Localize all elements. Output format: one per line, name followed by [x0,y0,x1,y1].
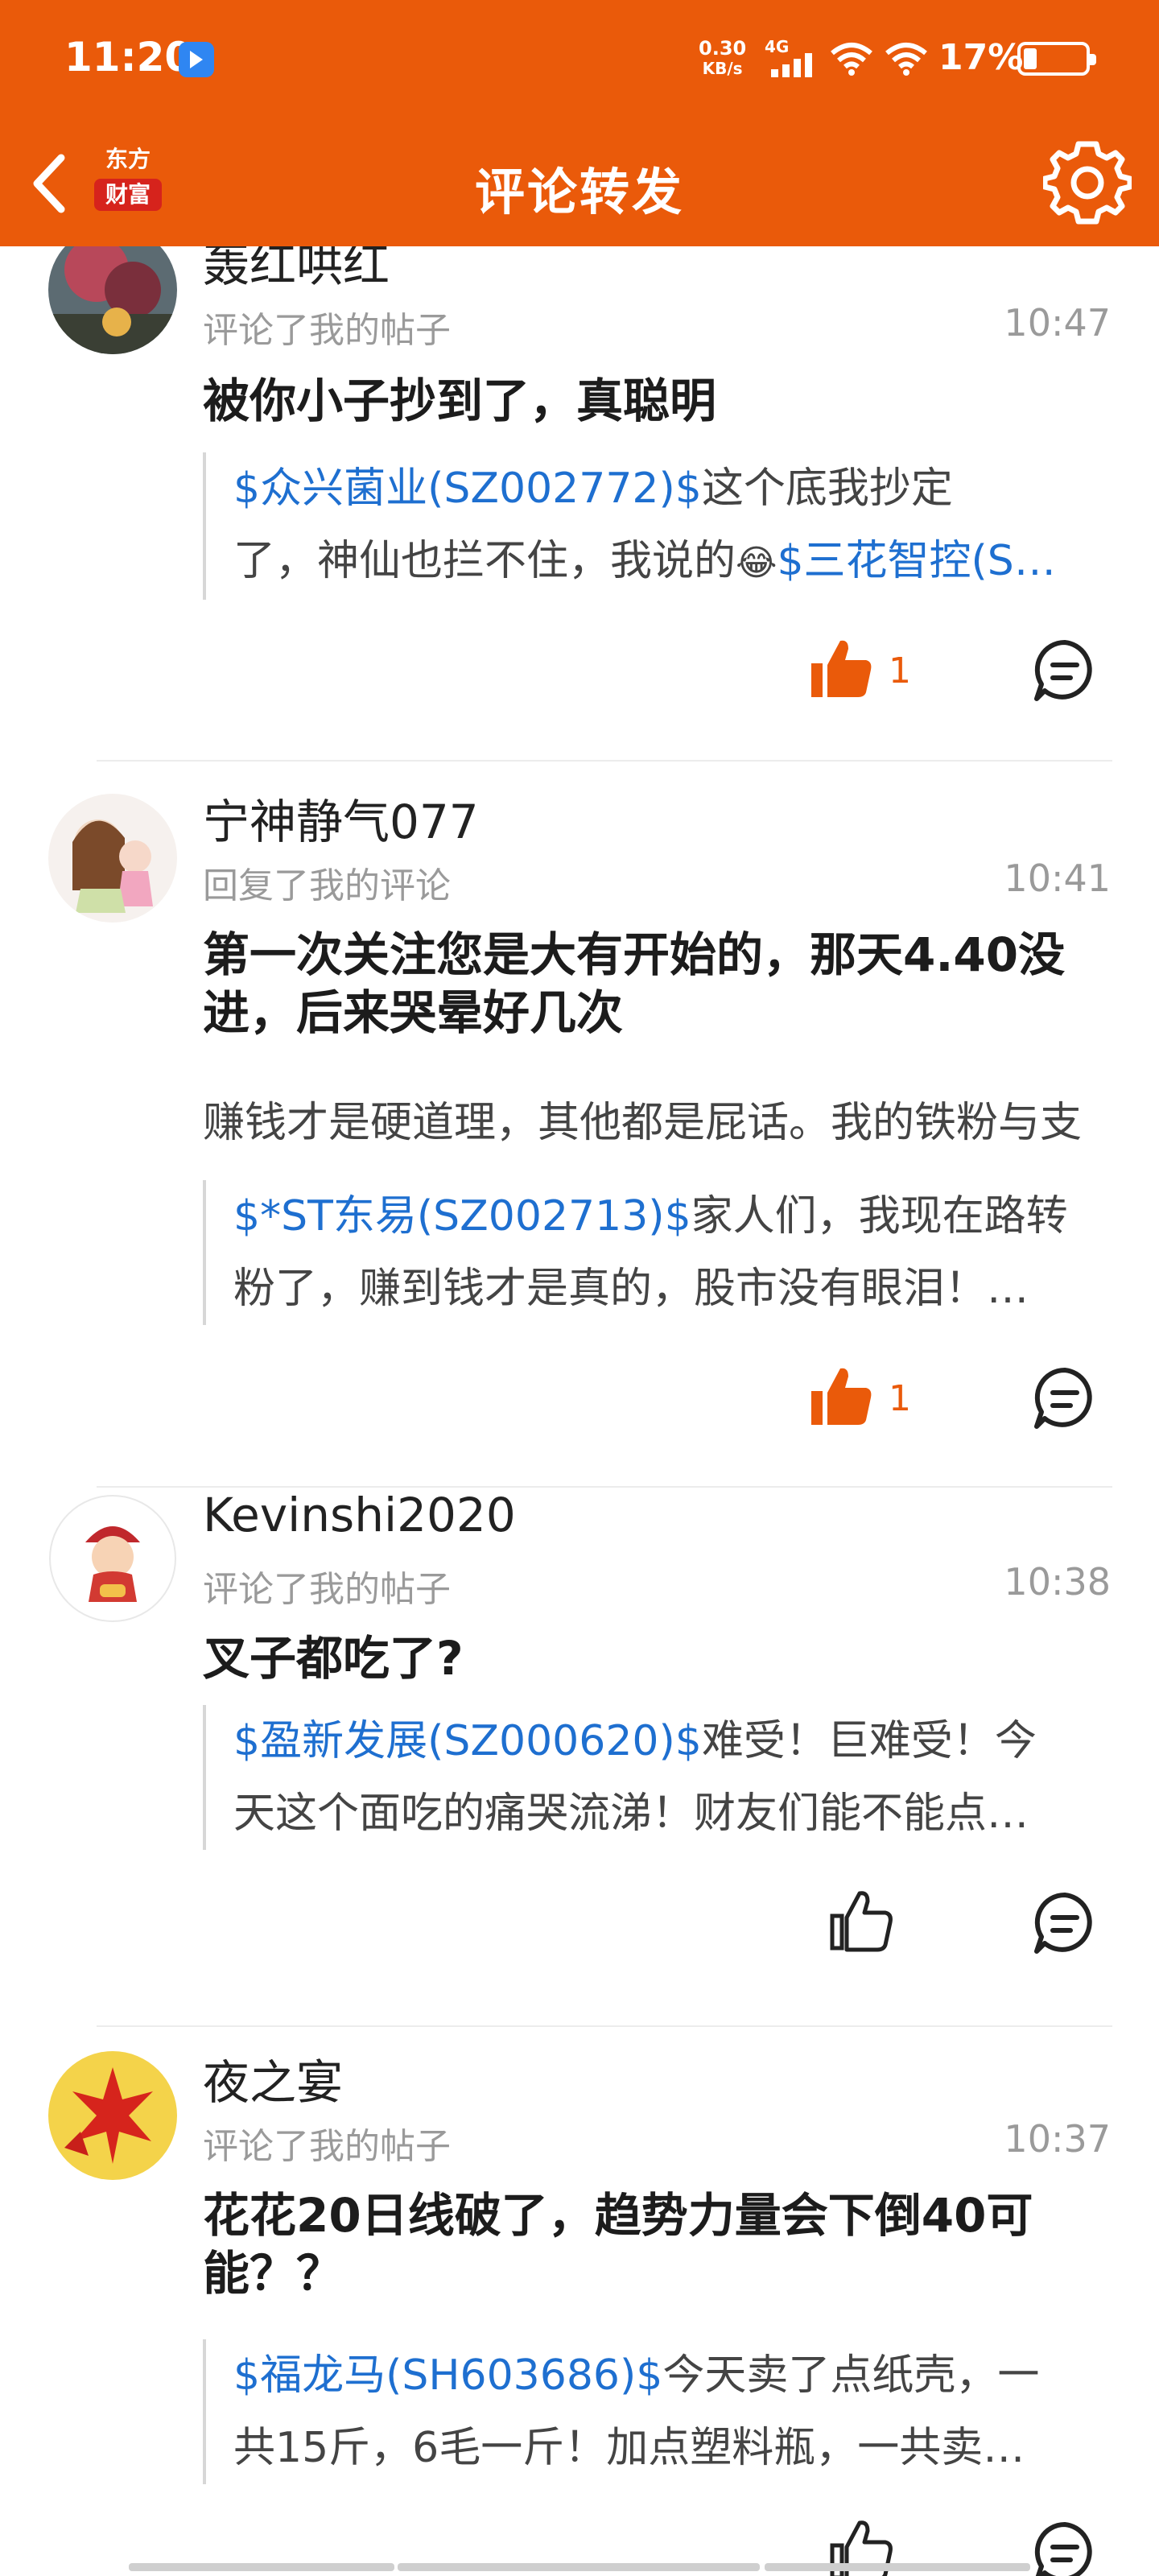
settings-gear-icon[interactable] [1043,138,1132,227]
battery-percent: 17% [938,37,1024,78]
notification-app-icon [179,42,214,77]
timestamp: 10:47 [1004,301,1111,345]
status-time: 11:20 [64,34,193,80]
quote-text: 粉了，赚到钱才是真的，股市没有眼泪！… [233,1265,1029,1313]
quote-text: 天这个面吃的痛哭流涕！财友们能不能点… [233,1790,1029,1838]
divider [97,2025,1112,2027]
comment-feed[interactable]: 轰红哄红 评论了我的帖子 10:47 被你小子抄到了，真聪明 $众兴菌业(SZ0… [0,246,1159,2576]
action-text: 评论了我的帖子 [203,1569,451,1610]
stock-link[interactable]: $众兴菌业(SZ002772)$ [233,464,702,513]
avatar[interactable] [48,794,177,923]
cellular-signal-icon [771,53,812,77]
like-button[interactable] [827,1887,956,1959]
comment-text[interactable]: 叉子都吃了? [203,1629,1112,1687]
avatar[interactable] [48,1494,177,1623]
comment-bubble-icon[interactable] [1032,1365,1098,1431]
home-indicator[interactable] [129,2563,394,2571]
timestamp: 10:37 [1004,2117,1111,2161]
quoted-post[interactable]: $福龙马(SH603686)$今天卖了点纸壳，一 共15斤，6毛一斤！加点塑料瓶… [203,2339,1112,2484]
username[interactable]: 轰红哄红 [203,246,390,295]
timestamp: 10:38 [1004,1560,1111,1604]
status-bar: 11:20 0.30 KB/s 4G 17% [0,0,1159,121]
comment-bubble-icon[interactable] [1032,638,1098,704]
like-button[interactable]: 1 [808,634,937,707]
thumbs-up-icon [811,1368,872,1425]
stock-link[interactable]: $三花智控(S… [777,537,1055,585]
quote-text: 今天卖了点纸壳，一 [662,2351,1040,2400]
battery-icon [1017,42,1096,76]
thumbs-up-icon [811,640,872,697]
quoted-post[interactable]: $*ST东易(SZ002713)$家人们，我现在路转 粉了，赚到钱才是真的，股市… [203,1180,1112,1325]
thumbs-up-outline-icon [830,1891,893,1952]
quoted-post[interactable]: $众兴菌业(SZ002772)$这个底我抄定 了，神仙也拦不住，我说的😂$三花智… [203,452,1112,600]
comment-bubble-icon[interactable] [1032,1890,1098,1956]
username[interactable]: Kevinshi2020 [203,1488,516,1542]
like-count: 1 [889,1378,911,1419]
sub-text: 赚钱才是硬道理，其他都是屁话。我的铁粉与支 [203,1099,1083,1147]
list-item[interactable]: 夜之宴 评论了我的帖子 10:37 花花20日线破了，趋势力量会下倒40可能？？… [0,2045,1159,2576]
comment-text[interactable]: 被你小子抄到了，真聪明 [203,372,1112,430]
home-indicator[interactable] [765,2563,1030,2571]
list-item[interactable]: Kevinshi2020 评论了我的帖子 10:38 叉子都吃了? $盈新发展(… [0,1488,1159,2043]
network-speed: 0.30 KB/s [699,39,746,78]
laughing-emoji: 😂 [736,543,777,584]
wifi-strength-icon [885,43,927,76]
stock-link[interactable]: $福龙马(SH603686)$ [233,2351,662,2400]
quote-text: 了，神仙也拦不住，我说的 [233,537,736,585]
username[interactable]: 夜之宴 [203,2045,343,2112]
avatar[interactable] [48,2051,177,2180]
list-item[interactable]: 宁神静气077 回复了我的评论 10:41 第一次关注您是大有开始的，那天4.4… [0,784,1159,1492]
like-count: 1 [889,650,911,691]
action-text: 评论了我的帖子 [203,310,451,351]
quoted-post[interactable]: $盈新发展(SZ000620)$难受！巨难受！今 天这个面吃的痛哭流涕！财友们能… [203,1705,1112,1850]
wifi-icon [831,43,872,76]
network-speed-unit: KB/s [702,59,743,78]
nav-bar: 东方 财富 评论转发 [0,121,1159,246]
quote-text: 共15斤，6毛一斤！加点塑料瓶，一共卖… [233,2424,1025,2472]
comment-text[interactable]: 第一次关注您是大有开始的，那天4.40没进，后来哭晕好几次 [203,926,1112,1042]
stock-link[interactable]: $*ST东易(SZ002713)$ [233,1192,691,1241]
username[interactable]: 宁神静气077 [203,784,479,852]
network-speed-value: 0.30 [699,37,747,60]
avatar[interactable] [48,246,177,354]
quote-text: 难受！巨难受！今 [701,1717,1037,1765]
comment-bubble-icon[interactable] [1032,2520,1098,2576]
home-indicator[interactable] [398,2563,760,2571]
timestamp: 10:41 [1004,857,1111,900]
quote-text: 家人们，我现在路转 [691,1192,1068,1241]
comment-text[interactable]: 花花20日线破了，趋势力量会下倒40可能？？ [203,2186,1112,2302]
action-text: 评论了我的帖子 [203,2126,451,2167]
stock-link[interactable]: $盈新发展(SZ000620)$ [233,1717,702,1765]
like-button[interactable]: 1 [808,1362,937,1435]
quote-text: 这个底我抄定 [701,464,953,513]
page-title: 评论转发 [474,163,684,221]
top-bar: 11:20 0.30 KB/s 4G 17% 东方 财富 评论转发 [0,0,1159,246]
action-text: 回复了我的评论 [203,865,451,906]
divider [97,760,1112,762]
